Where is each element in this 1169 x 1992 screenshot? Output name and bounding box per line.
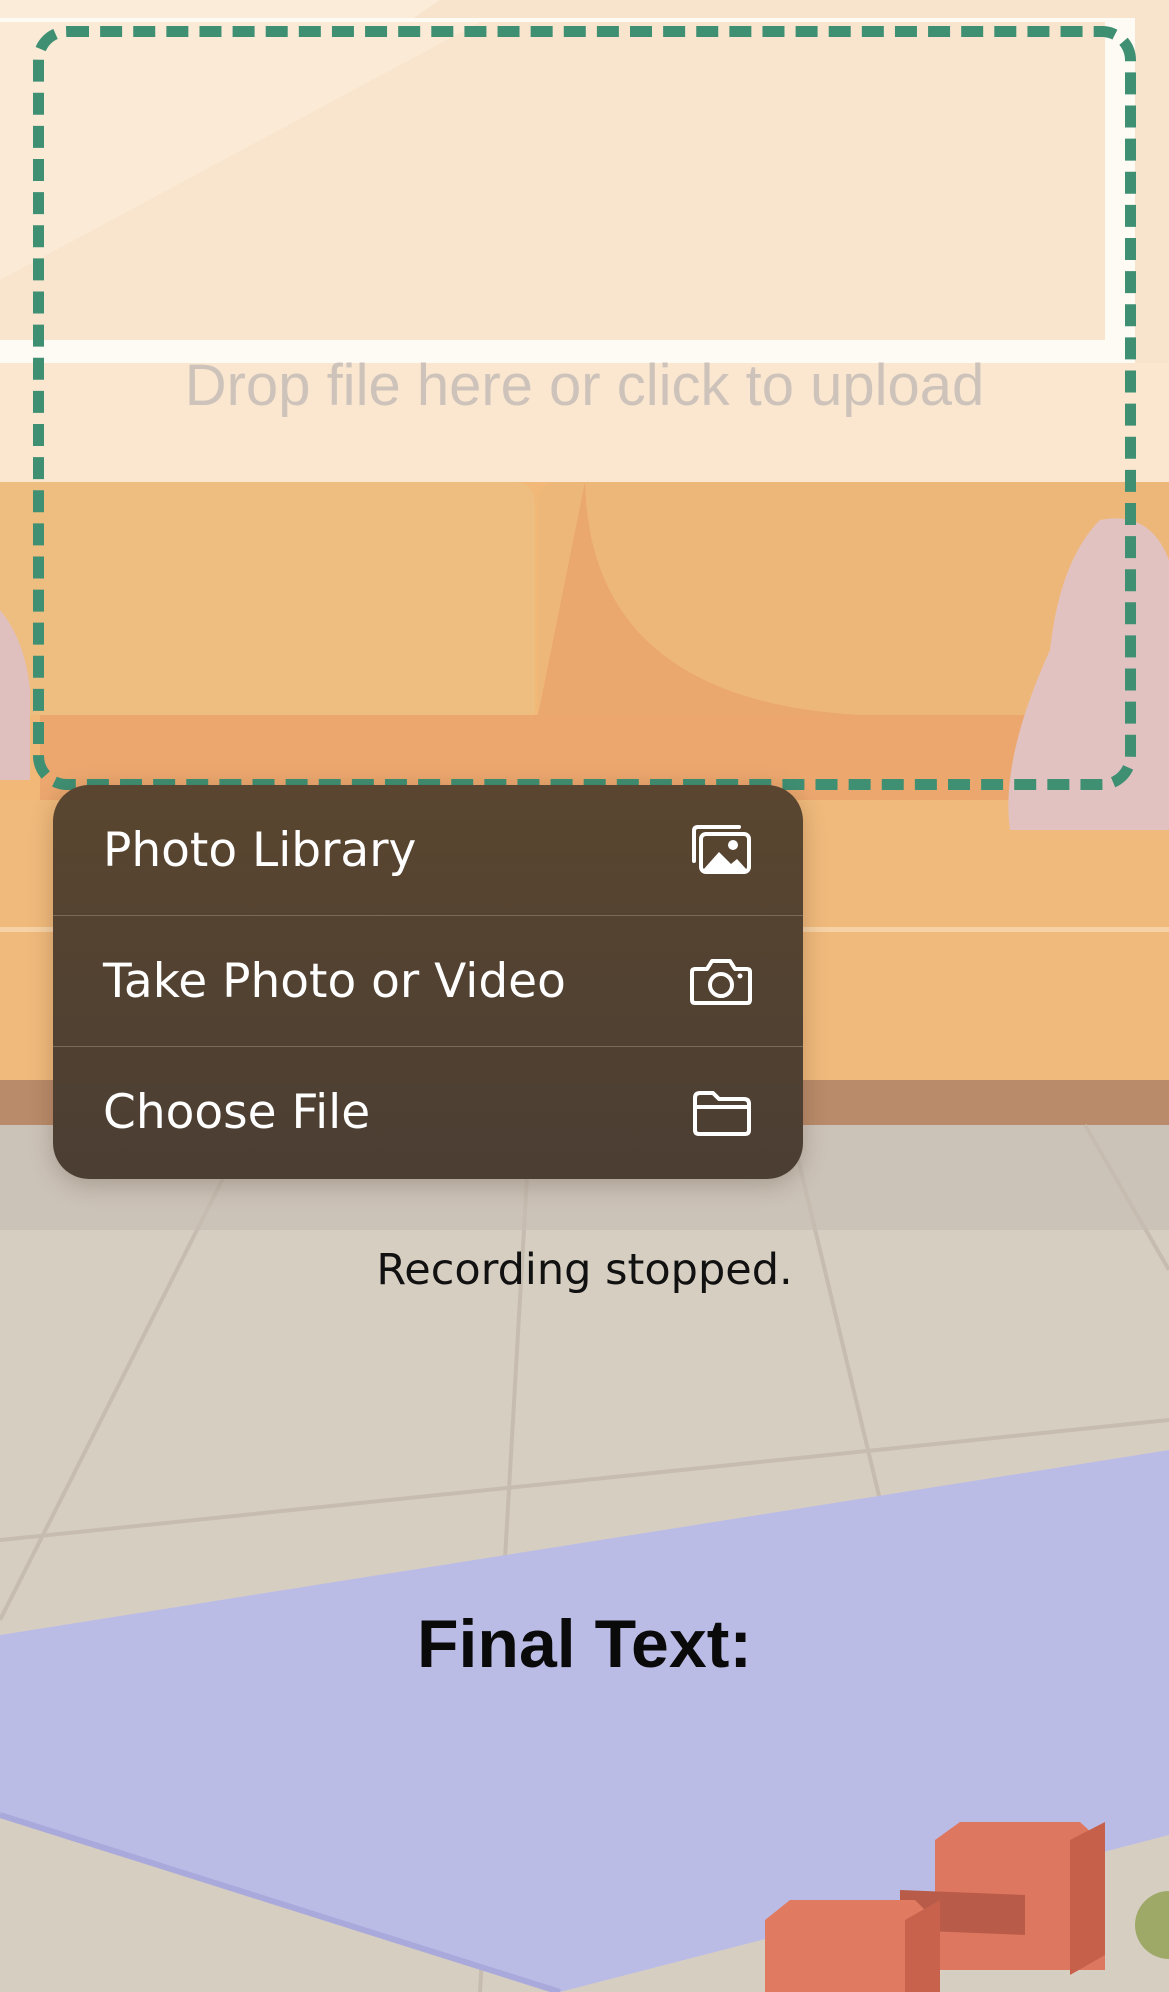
menu-item-label: Choose File	[103, 1085, 371, 1140]
menu-item-photo-library[interactable]: Photo Library	[53, 785, 803, 916]
folder-icon	[691, 1088, 753, 1138]
upload-source-menu: Photo Library Take Photo or Video Choose…	[53, 785, 803, 1179]
status-text: Recording stopped.	[376, 1245, 793, 1295]
upload-placeholder[interactable]: Drop file here or click to upload	[0, 352, 1169, 419]
menu-item-take-photo-or-video[interactable]: Take Photo or Video	[53, 916, 803, 1047]
final-text-heading: Final Text:	[417, 1606, 752, 1682]
menu-item-label: Photo Library	[103, 822, 417, 878]
menu-item-label: Take Photo or Video	[103, 953, 566, 1009]
camera-icon	[689, 955, 753, 1007]
menu-item-choose-file[interactable]: Choose File	[53, 1047, 803, 1178]
photo-library-icon	[689, 823, 753, 877]
